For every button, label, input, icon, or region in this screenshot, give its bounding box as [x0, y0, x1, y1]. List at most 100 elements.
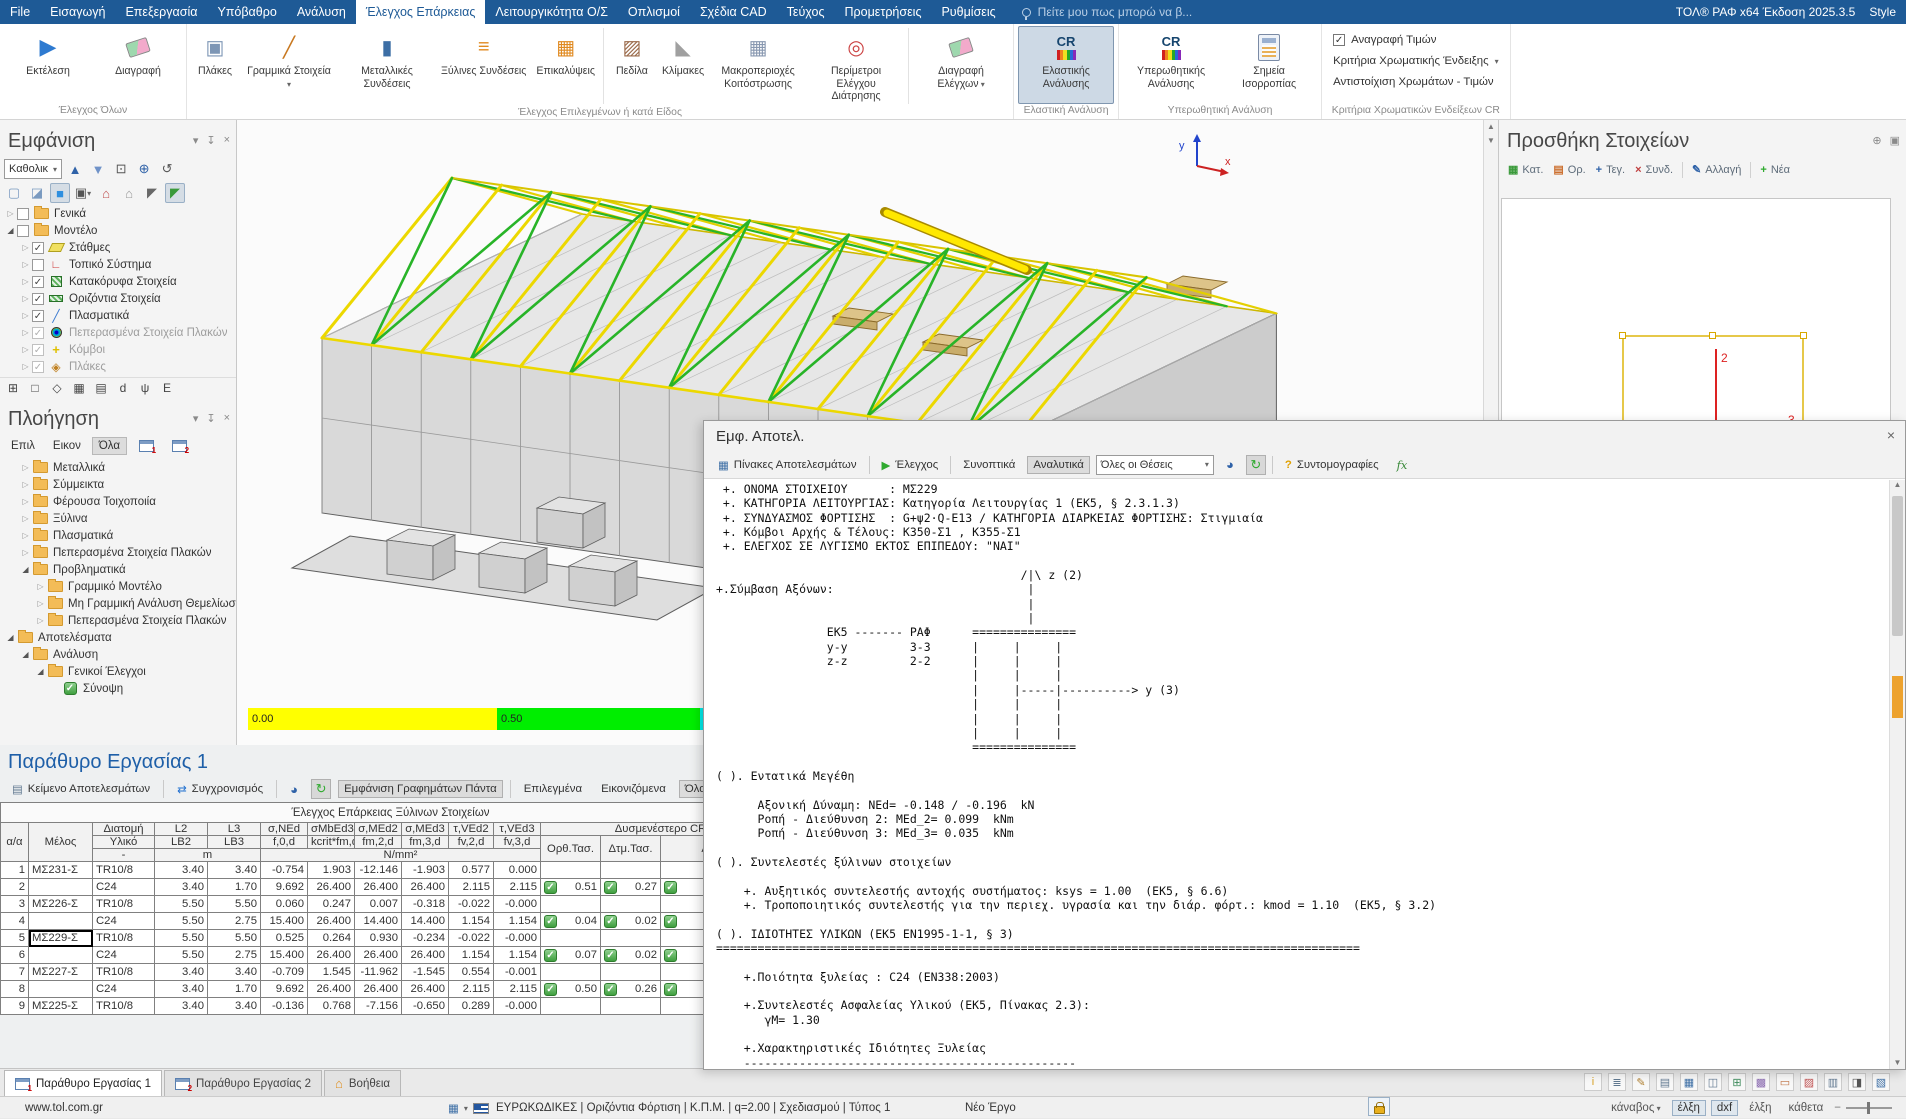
- chart-icon[interactable]: ▩: [1752, 1073, 1770, 1091]
- table-cell[interactable]: -1.903: [402, 862, 449, 879]
- expand-icon[interactable]: ▷: [19, 463, 32, 472]
- menu-tab[interactable]: File: [0, 0, 40, 24]
- menu-tab[interactable]: Σχέδια CAD: [690, 0, 777, 24]
- menu-tab[interactable]: Προμετρήσεις: [835, 0, 932, 24]
- pan-icon[interactable]: ⊕: [1872, 134, 1881, 147]
- list-icon[interactable]: ≣: [1608, 1073, 1626, 1091]
- checkbox-icon[interactable]: ✓: [32, 327, 44, 339]
- collapse-icon[interactable]: ◢: [19, 650, 32, 659]
- table-cell[interactable]: 3.40: [155, 998, 208, 1015]
- menu-tab[interactable]: Οπλισμοί: [618, 0, 690, 24]
- pie-view-button[interactable]: ◕: [284, 779, 304, 799]
- ribbon-button[interactable]: ▦Μακροπεριοχές Κοιτόστρωσης: [710, 26, 806, 106]
- expand-icon[interactable]: ▷: [34, 616, 47, 625]
- table-cell[interactable]: 5.50: [155, 930, 208, 947]
- fx-button[interactable]: fx: [1391, 455, 1414, 475]
- refresh-button[interactable]: ↻: [311, 779, 331, 799]
- table-cell[interactable]: -0.000: [494, 896, 541, 913]
- scroll-down-icon[interactable]: ▼: [1890, 1058, 1905, 1067]
- expand-icon[interactable]: ▷: [19, 345, 32, 354]
- tree-item[interactable]: ▷✓Κατακόρυφα Στοιχεία: [0, 273, 236, 290]
- results-text[interactable]: +. ΟΝΟΜΑ ΣΤΟΙΧΕΙΟΥ : ΜΣ229 +. ΚΑΤΗΓΟΡΙΑ …: [704, 480, 1889, 1069]
- roof-dark-view-icon[interactable]: ◤: [142, 183, 162, 203]
- table-cell[interactable]: 1.154: [494, 947, 541, 964]
- table-cell[interactable]: 1.154: [494, 913, 541, 930]
- filter-selected[interactable]: Επιλεγμένα: [518, 780, 588, 798]
- table-cell[interactable]: 26.400: [355, 947, 402, 964]
- cr-cell[interactable]: [601, 896, 661, 913]
- table-cell[interactable]: 8: [1, 981, 29, 998]
- table-cell[interactable]: 15.400: [261, 947, 308, 964]
- zoom-out-icon[interactable]: −: [1834, 1102, 1841, 1114]
- tab-work-window-1[interactable]: Παράθυρο Εργασίας 1: [4, 1070, 162, 1096]
- expand-icon[interactable]: ▷: [19, 277, 32, 286]
- close-icon[interactable]: ×: [224, 412, 230, 425]
- table-cell[interactable]: 3.40: [208, 964, 261, 981]
- table-cell[interactable]: 0.007: [355, 896, 402, 913]
- menu-tab[interactable]: Έλεγχος Επάρκειας: [356, 0, 486, 24]
- table-cell[interactable]: TR10/8: [93, 896, 155, 913]
- zoom-slider[interactable]: [1846, 1107, 1892, 1109]
- cr-cell[interactable]: ✓0.07: [541, 947, 601, 964]
- ribbon-button[interactable]: Διαγραφή: [94, 26, 182, 104]
- checkbox-icon[interactable]: ✓: [32, 276, 44, 288]
- add-4-button[interactable]: ×Συνδ.: [1632, 162, 1676, 178]
- expand-icon[interactable]: ▷: [19, 328, 32, 337]
- doc-icon[interactable]: ▥: [1824, 1073, 1842, 1091]
- table-cell[interactable]: 5.50: [155, 947, 208, 964]
- results-tables-button[interactable]: ▦ Πίνακες Αποτελεσμάτων: [712, 455, 863, 475]
- menu-tab[interactable]: Τεύχος: [777, 0, 835, 24]
- tree-item[interactable]: ▷✓Πεπερασμένα Στοιχεία Πλακών: [0, 324, 236, 341]
- table-1-icon[interactable]: [139, 440, 154, 452]
- cr-cell[interactable]: [541, 998, 601, 1015]
- table-cell[interactable]: 0.525: [261, 930, 308, 947]
- pin-icon[interactable]: ↧: [206, 134, 215, 147]
- table-cell[interactable]: TR10/8: [93, 862, 155, 879]
- tree-item[interactable]: ▷Γραμμικό Μοντέλο: [0, 578, 236, 595]
- hidden-line-view-icon[interactable]: ◪: [27, 183, 47, 203]
- table-cell[interactable]: 0.554: [449, 964, 494, 981]
- expand-icon[interactable]: ▷: [19, 243, 32, 252]
- ribbon-option[interactable]: ✓Αναγραφή Τιμών: [1333, 32, 1499, 48]
- cr-cell[interactable]: ✓0.02: [601, 913, 661, 930]
- table-cell[interactable]: 1.154: [449, 947, 494, 964]
- zoom-rotate-icon[interactable]: ↺: [157, 159, 177, 179]
- scroll-up-icon[interactable]: ▲: [1484, 120, 1498, 134]
- table-cell[interactable]: 26.400: [308, 879, 355, 896]
- snap-toggle[interactable]: κάθετα: [1782, 1100, 1829, 1116]
- table-cell[interactable]: 6: [1, 947, 29, 964]
- tree-item[interactable]: ▷Πλασματικά: [0, 527, 236, 544]
- zoom-slider-handle[interactable]: [1867, 1102, 1870, 1114]
- table-cell[interactable]: 26.400: [308, 947, 355, 964]
- table-cell[interactable]: [29, 913, 93, 930]
- table-cell[interactable]: ΜΣ227-Σ: [29, 964, 93, 981]
- table-2-icon[interactable]: [172, 440, 187, 452]
- table-cell[interactable]: ΜΣ229-Σ: [29, 930, 93, 947]
- summary-toggle[interactable]: Συνοπτικά: [957, 456, 1021, 474]
- table-cell[interactable]: -0.022: [449, 930, 494, 947]
- tree-item[interactable]: ▷Φέρουσα Τοιχοποιία: [0, 493, 236, 510]
- expand-icon[interactable]: ▷: [19, 294, 32, 303]
- detailed-toggle[interactable]: Αναλυτικά: [1027, 456, 1090, 474]
- pencil-icon[interactable]: ✎: [1632, 1073, 1650, 1091]
- refresh-button[interactable]: ↻: [1246, 455, 1266, 475]
- table-cell[interactable]: 14.400: [355, 913, 402, 930]
- expand-icon[interactable]: ▷: [19, 548, 32, 557]
- table-cell[interactable]: 1.545: [308, 964, 355, 981]
- website-link[interactable]: www.tol.com.gr: [25, 1097, 103, 1119]
- table-cell[interactable]: 4: [1, 913, 29, 930]
- pan-icon[interactable]: ⊕: [134, 159, 154, 179]
- select-window-icon[interactable]: □: [26, 380, 44, 396]
- menu-tab[interactable]: Λειτουργικότητα Ο/Σ: [485, 0, 618, 24]
- nav-tab[interactable]: Εικον: [46, 437, 88, 455]
- chevron-down-icon[interactable]: ▾: [193, 134, 199, 147]
- expand-icon[interactable]: ▷: [19, 480, 32, 489]
- cr-cell[interactable]: ✓0.51: [541, 879, 601, 896]
- table-cell[interactable]: 2: [1, 879, 29, 896]
- notes-icon[interactable]: ▤: [1656, 1073, 1674, 1091]
- select-pick-icon[interactable]: ▦: [70, 380, 88, 396]
- table-cell[interactable]: -0.022: [449, 896, 494, 913]
- menu-tab[interactable]: Εισαγωγή: [40, 0, 115, 24]
- checkbox-icon[interactable]: [17, 208, 29, 220]
- ribbon-button[interactable]: ◣Κλίμακες: [658, 26, 708, 106]
